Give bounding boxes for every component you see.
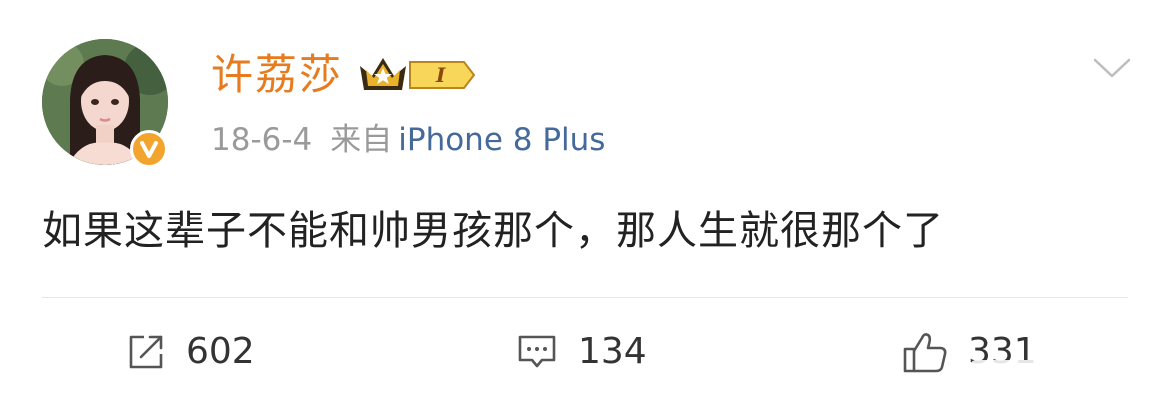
post-content: 如果这辈子不能和帅男孩那个，那人生就很那个了 [42,208,944,254]
comment-button[interactable]: 134 [516,326,647,378]
repost-button[interactable]: 602 [126,326,255,378]
comment-icon [518,335,556,368]
source-prefix: 来自 [330,122,393,158]
divider [42,297,1128,298]
weibo-post-card: 许荔莎 I 18-6-4 来自 iPhone 8 Plus 如果这辈子不能和帅男孩那… [0,0,1170,404]
thumbs-up-icon [903,333,947,373]
post-date: 18-6-4 [211,122,313,158]
username[interactable]: 许荔莎 [211,50,343,100]
source-device[interactable]: iPhone 8 Plus [398,122,605,158]
v-verified-icon [140,141,158,158]
post-meta: 18-6-4 来自 iPhone 8 Plus [211,121,605,159]
repost-count: 602 [186,331,255,372]
repost-icon [129,335,163,369]
crown-vip-icon: I [360,58,476,90]
vip-level-badge[interactable]: I [358,54,476,96]
vip-level-text: I [435,63,446,87]
watermark-overlay [970,360,1160,398]
comment-count: 134 [578,331,647,372]
verified-badge [130,130,168,168]
menu-chevron-button[interactable] [1092,56,1132,80]
chevron-down-icon [1093,58,1131,78]
